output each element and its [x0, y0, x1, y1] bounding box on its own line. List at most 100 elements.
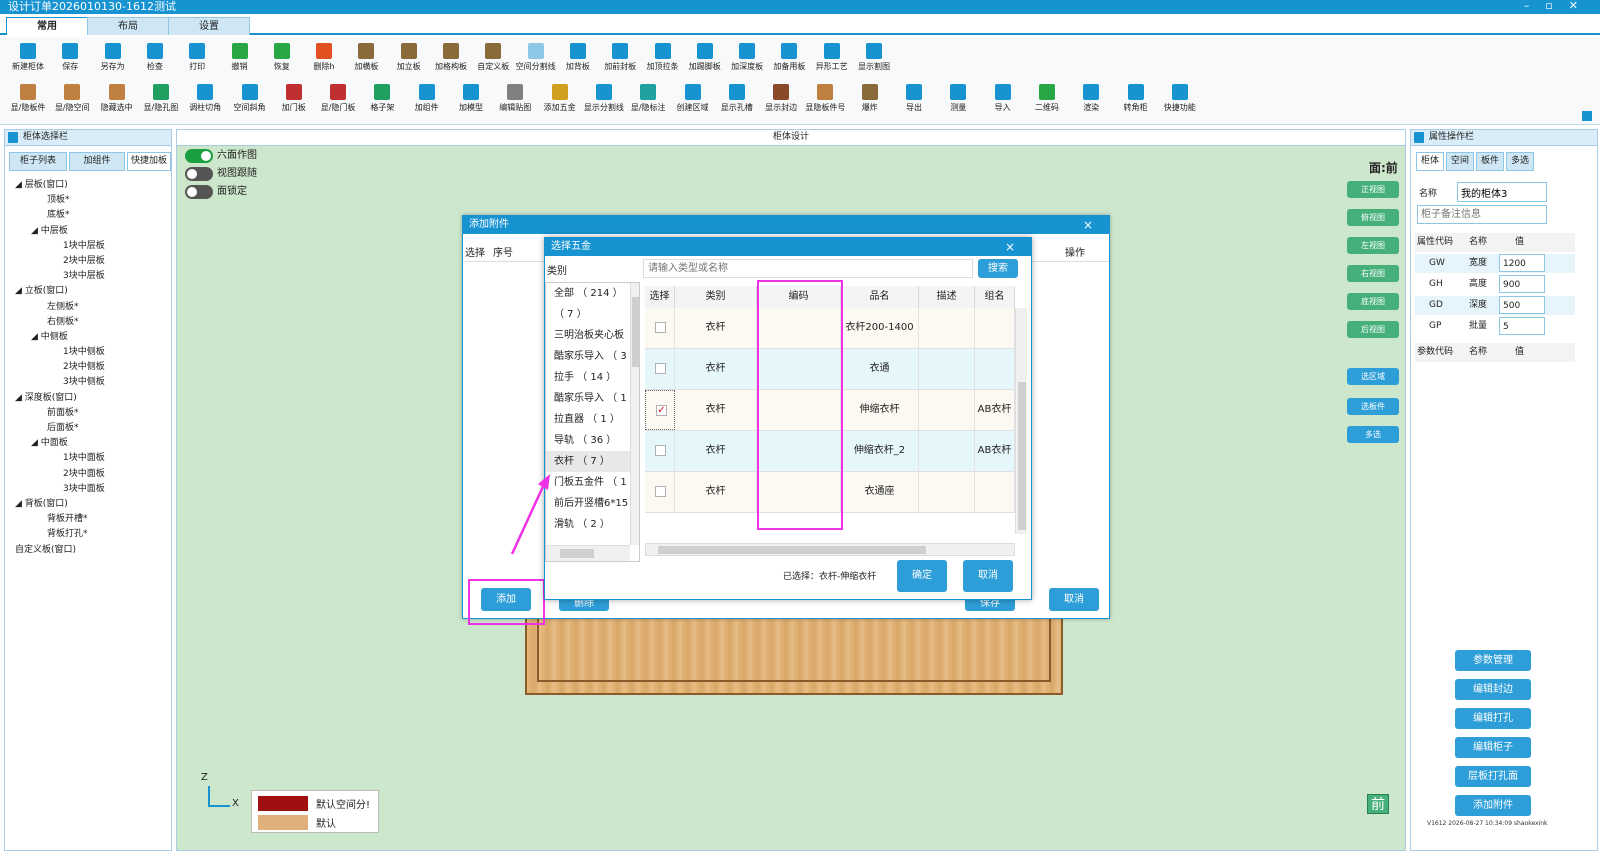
tree-item[interactable]: 底板*: [5, 208, 171, 223]
cancel-button[interactable]: 取消: [1049, 588, 1099, 611]
cabinet-note-input[interactable]: [1417, 205, 1547, 224]
tree-item[interactable]: 自定义板(窗口): [5, 543, 171, 558]
toolbar-button[interactable]: 导入: [981, 81, 1025, 121]
right-view-button[interactable]: 右视图: [1347, 265, 1399, 282]
prop-value-input[interactable]: 900: [1499, 275, 1545, 293]
category-item[interactable]: 酷家乐导入 （ 3: [546, 346, 639, 367]
toolbar-button[interactable]: 撤销: [218, 40, 262, 80]
toolbar-button[interactable]: 显/隐空间: [50, 81, 94, 121]
toolbar-button[interactable]: 测量: [936, 81, 980, 121]
toolbar-button[interactable]: 显/隐门板: [316, 81, 360, 121]
tree-item[interactable]: 顶板*: [5, 193, 171, 208]
toolbar-button[interactable]: 删除h: [302, 40, 346, 80]
tab-settings[interactable]: 设置: [168, 17, 250, 35]
tree-item[interactable]: ◢ 中侧板: [5, 330, 171, 345]
tab-cabinet[interactable]: 柜体: [1416, 152, 1444, 171]
toolbar-button[interactable]: 调柱切角: [183, 81, 227, 121]
toolbar-button[interactable]: 显/隐孔图: [139, 81, 183, 121]
hardware-search-input[interactable]: [643, 259, 973, 278]
view-cube[interactable]: 前: [1367, 794, 1389, 814]
grid-column-header[interactable]: 品名: [841, 286, 919, 308]
category-item[interactable]: 三明治板夹心板: [546, 325, 639, 346]
toolbar-button[interactable]: 添加五金: [538, 81, 582, 121]
tab-multi[interactable]: 多选: [1506, 152, 1534, 171]
grid-hscrollbar[interactable]: [645, 543, 1015, 556]
tree-item[interactable]: 3块中侧板: [5, 375, 171, 390]
toolbar-button[interactable]: 自定义板: [471, 40, 515, 80]
toolbar-button[interactable]: 格子架: [360, 81, 404, 121]
toolbar-button[interactable]: 加顶拉条: [641, 40, 685, 80]
grid-column-header[interactable]: 类别: [675, 286, 757, 308]
checkbox[interactable]: [655, 486, 666, 497]
toolbar-button[interactable]: 新建柜体: [6, 40, 50, 80]
edit-drill-button[interactable]: 编辑打孔: [1455, 708, 1531, 729]
toolbar-button[interactable]: 显隐板件号: [803, 81, 847, 121]
toolbar-button[interactable]: 编辑贴图: [493, 81, 537, 121]
tab-space[interactable]: 空间: [1446, 152, 1474, 171]
tree-item[interactable]: 1块中面板: [5, 451, 171, 466]
tree-item[interactable]: ◢ 层板(窗口): [5, 178, 171, 193]
toolbar-button[interactable]: 显/隐板件: [6, 81, 50, 121]
category-hscroll-thumb[interactable]: [560, 549, 594, 558]
edit-edge-button[interactable]: 编辑封边: [1455, 679, 1531, 700]
grid-column-header[interactable]: 选择: [645, 286, 675, 308]
toolbar-button[interactable]: 恢复: [260, 40, 304, 80]
tab-board[interactable]: 板件: [1476, 152, 1504, 171]
toolbar-button[interactable]: 隐藏选中: [95, 81, 139, 121]
toolbar-button[interactable]: 二维码: [1025, 81, 1069, 121]
toolbar-button[interactable]: 加背板: [556, 40, 600, 80]
search-button[interactable]: 搜索: [978, 259, 1018, 278]
tree-item[interactable]: 3块中层板: [5, 269, 171, 284]
grid-hscroll-thumb[interactable]: [658, 546, 926, 554]
tab-common[interactable]: 常用: [6, 17, 88, 35]
toolbar-button[interactable]: 加前封板: [598, 40, 642, 80]
toolbar-button[interactable]: 打印: [175, 40, 219, 80]
category-item[interactable]: 拉手 （ 14 ）: [546, 367, 639, 388]
toolbar-button[interactable]: 显/隐标注: [626, 81, 670, 121]
toolbar-button[interactable]: 显示分割线: [582, 81, 626, 121]
tree-item[interactable]: 2块中侧板: [5, 360, 171, 375]
category-item[interactable]: 拉直器 （ 1 ）: [546, 409, 639, 430]
left-view-button[interactable]: 左视图: [1347, 237, 1399, 254]
prop-value-input[interactable]: 500: [1499, 296, 1545, 314]
tree-item[interactable]: ◢ 中层板: [5, 224, 171, 239]
toolbar-button[interactable]: 加备用板: [767, 40, 811, 80]
cancel-button[interactable]: 取消: [963, 560, 1013, 592]
edit-cabinet-button[interactable]: 编辑柜子: [1455, 737, 1531, 758]
bottom-view-button[interactable]: 底视图: [1347, 293, 1399, 310]
minimize-button[interactable]: –: [1524, 0, 1530, 14]
tree-item[interactable]: 1块中侧板: [5, 345, 171, 360]
maximize-button[interactable]: ▫: [1545, 0, 1552, 14]
toolbar-button[interactable]: 加门板: [272, 81, 316, 121]
prop-value-input[interactable]: 5: [1499, 317, 1545, 335]
toolbar-button[interactable]: 另存为: [91, 40, 135, 80]
confirm-button[interactable]: 确定: [897, 560, 947, 592]
tree-item[interactable]: 1块中层板: [5, 239, 171, 254]
close-icon[interactable]: ×: [1005, 238, 1015, 256]
toolbar-button[interactable]: 快捷功能: [1158, 81, 1202, 121]
toolbar-button[interactable]: 加组件: [405, 81, 449, 121]
toolbar-button[interactable]: 加模型: [449, 81, 493, 121]
cabinet-name-input[interactable]: [1457, 182, 1547, 202]
toolbar-button[interactable]: 检查: [133, 40, 177, 80]
multi-select-button[interactable]: 多选: [1347, 426, 1399, 443]
close-icon[interactable]: ×: [1083, 216, 1093, 234]
prop-value-input[interactable]: 1200: [1499, 254, 1545, 272]
tree-item[interactable]: 前面板*: [5, 406, 171, 421]
toolbar-button[interactable]: 渲染: [1069, 81, 1113, 121]
toolbar-button[interactable]: 导出: [892, 81, 936, 121]
front-view-button[interactable]: 正视图: [1347, 181, 1399, 198]
checkbox[interactable]: [655, 363, 666, 374]
tree-item[interactable]: ◢ 深度板(窗口): [5, 391, 171, 406]
toolbar-button[interactable]: 加横板: [344, 40, 388, 80]
toolbar-button[interactable]: 显示封边: [759, 81, 803, 121]
tree-item[interactable]: 背板开槽*: [5, 512, 171, 527]
tree-item[interactable]: 3块中面板: [5, 482, 171, 497]
grid-column-header[interactable]: 组名: [975, 286, 1015, 308]
shelf-drill-face-button[interactable]: 层板打孔面: [1455, 766, 1531, 787]
tree-item[interactable]: 2块中层板: [5, 254, 171, 269]
toggle-view-follow[interactable]: [185, 167, 213, 181]
toolbar-button[interactable]: 空间斜角: [228, 81, 272, 121]
tab-layout[interactable]: 布局: [87, 17, 169, 35]
grid-vscrollbar[interactable]: [1015, 308, 1027, 534]
